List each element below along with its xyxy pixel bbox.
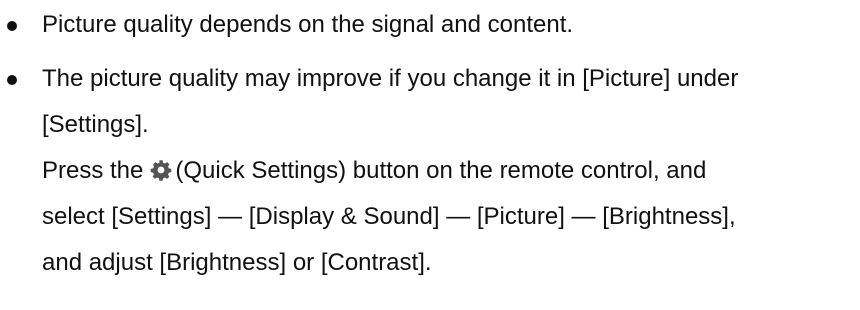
list-item: The picture quality may improve if you c… (0, 56, 860, 286)
tip-text-line: [Settings]. (42, 111, 149, 138)
gear-icon (151, 160, 172, 181)
instruction-text: Press the (42, 157, 144, 184)
list-item: Picture quality depends on the signal an… (0, 2, 860, 48)
instruction-line: Press the (Quick Settings) button on the… (42, 148, 860, 194)
tip-text-line: select [Settings] — [Display & Sound] — … (42, 203, 736, 230)
tip-text: Picture quality depends on the signal an… (42, 11, 574, 38)
bullet-dot-icon (7, 21, 17, 31)
tip-text-line: and adjust [Brightness] or [Contrast]. (42, 249, 432, 276)
help-content: Picture quality depends on the signal an… (0, 2, 860, 310)
tips-list: Picture quality depends on the signal an… (0, 2, 860, 286)
tip-text-line: The picture quality may improve if you c… (42, 65, 739, 92)
instruction-text: (Quick Settings) button on the remote co… (175, 157, 707, 184)
bullet-dot-icon (7, 75, 17, 85)
